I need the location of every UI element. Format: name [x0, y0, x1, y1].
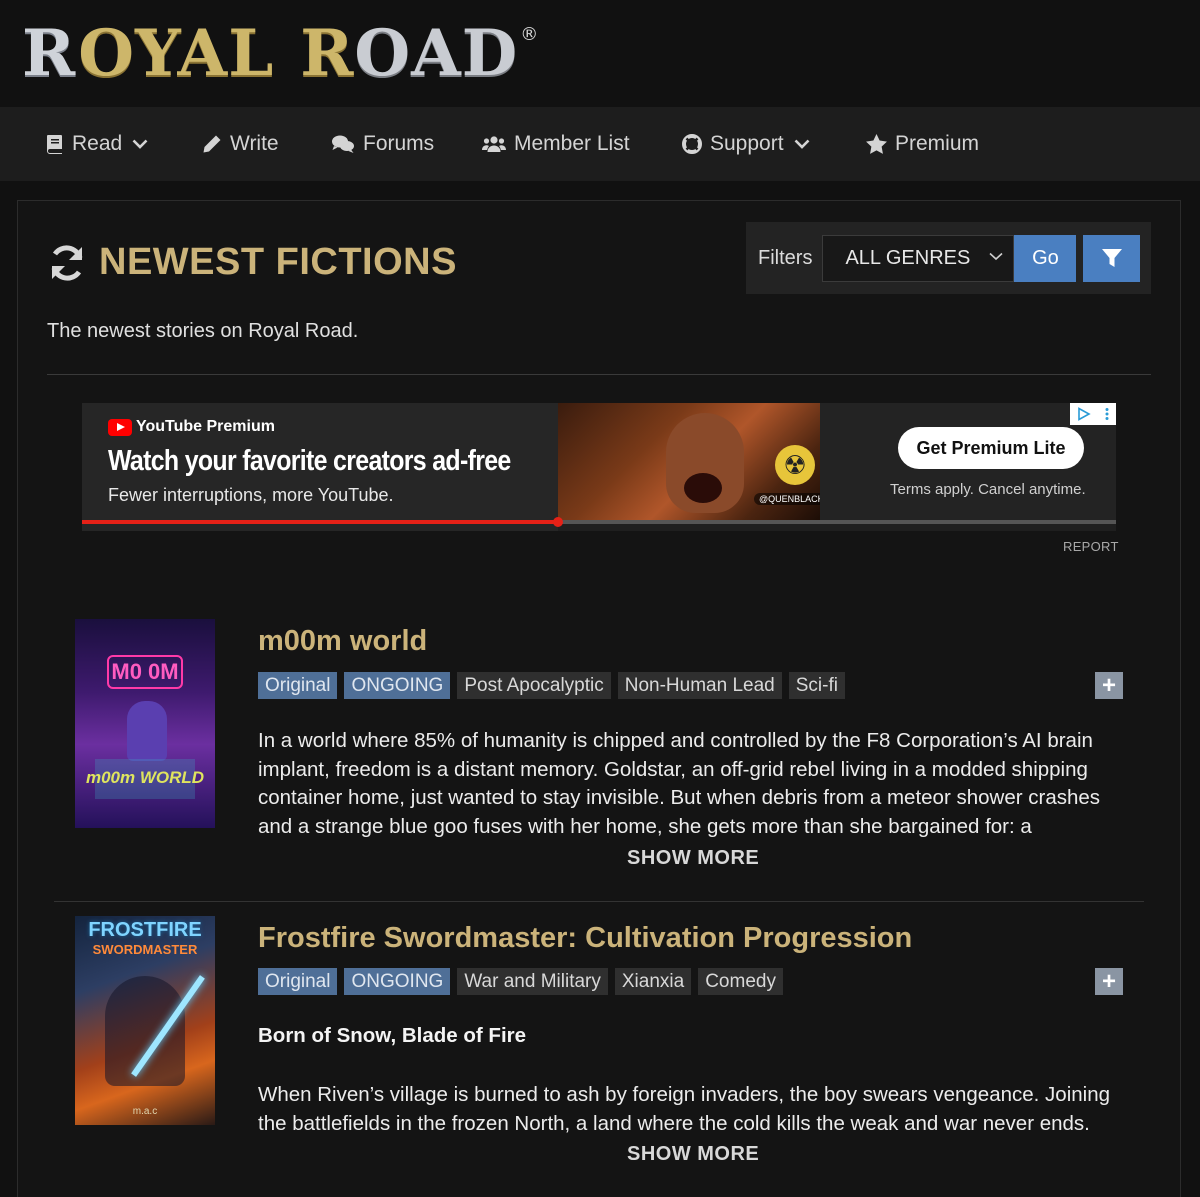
description-line: and a strange blue goo fuses with her ho… — [258, 814, 1032, 838]
ad-person-mouth — [684, 473, 722, 503]
ad-progress-fill — [82, 520, 558, 524]
description-line: implant, freedom is a distant memory. Go… — [258, 757, 1088, 781]
ad-cta-button[interactable]: Get Premium Lite — [898, 427, 1084, 469]
radiation-icon: ☢ — [775, 445, 815, 485]
pencil-icon — [202, 134, 222, 154]
go-button[interactable]: Go — [1014, 234, 1077, 282]
ad-brand: YouTube Premium — [108, 418, 275, 436]
tag-status[interactable]: ONGOING — [344, 672, 451, 699]
logo-letter: R — [300, 16, 355, 91]
nav-read[interactable]: Read — [46, 107, 148, 181]
nav-forums[interactable]: Forums — [331, 107, 434, 181]
fiction-cover[interactable]: M0 0M m00m WORLD — [75, 619, 215, 828]
logo-letter: R — [22, 16, 77, 91]
main-navbar: Read Write Forums Member List Support Pr… — [0, 107, 1200, 181]
ad-progress-bar — [82, 517, 1116, 527]
ad-image: ☢ @QUENBLACKWELL — [558, 403, 854, 520]
cover-title: FROSTFIRE — [88, 919, 202, 941]
logo-wordmark: R OYAL R OAD — [22, 18, 518, 90]
tag-genre[interactable]: Sci-fi — [788, 672, 845, 699]
users-icon — [482, 135, 506, 153]
page-subtitle: The newest stories on Royal Road. — [47, 320, 359, 342]
cover-neon-sign: M0 0M — [107, 655, 183, 689]
nav-write-label: Write — [230, 132, 279, 155]
ad-choices-icon[interactable] — [1070, 403, 1116, 425]
genre-select-value: ALL GENRES — [845, 246, 971, 269]
description-line: container home, just wanted to stay invi… — [258, 786, 1101, 810]
page-title: NEWEST FICTIONS — [47, 241, 457, 284]
registered-mark: ® — [520, 24, 539, 45]
divider — [47, 374, 1151, 375]
tag-original[interactable]: Original — [258, 968, 338, 995]
chevron-down-icon — [794, 139, 810, 149]
fiction-tags: Original ONGOING War and Military Xianxi… — [258, 968, 790, 995]
filters-label: Filters — [758, 246, 813, 269]
life-ring-icon — [682, 134, 702, 154]
cover-title: m00m WORLD — [85, 768, 205, 787]
fiction-divider — [54, 901, 1144, 902]
add-to-list-button[interactable]: + — [1095, 968, 1123, 995]
nav-support-label: Support — [710, 132, 784, 155]
advanced-filter-button[interactable] — [1083, 234, 1141, 282]
ad-text-area: YouTube Premium Watch your favorite crea… — [82, 403, 558, 531]
nav-read-label: Read — [72, 132, 123, 155]
page-title-text: NEWEST FICTIONS — [99, 241, 457, 283]
filters-bar: Filters ALL GENRES Go — [746, 222, 1151, 294]
show-more-button[interactable]: SHOW MORE — [627, 1143, 759, 1166]
logo-letters: OAD — [354, 16, 519, 91]
book-icon — [46, 134, 64, 154]
comments-icon — [331, 134, 355, 154]
royal-road-logo[interactable]: R OYAL R OAD ® — [22, 18, 538, 90]
ad-banner[interactable]: YouTube Premium Watch your favorite crea… — [82, 403, 1116, 531]
cover-figure — [105, 976, 185, 1086]
refresh-icon — [47, 244, 87, 282]
tag-original[interactable]: Original — [258, 672, 338, 699]
ad-brand-label: YouTube Premium — [136, 418, 275, 435]
nav-member-list[interactable]: Member List — [482, 107, 630, 181]
chevron-down-icon — [132, 139, 148, 149]
newest-fictions-panel: NEWEST FICTIONS Filters ALL GENRES Go Th… — [17, 200, 1181, 1197]
description-line: the battlefields in the frozen North, a … — [258, 1111, 1090, 1135]
chevron-down-icon — [989, 252, 1003, 261]
logo-spacer — [274, 18, 300, 90]
ad-terms: Terms apply. Cancel anytime. — [890, 481, 1086, 498]
fiction-description: In a world where 85% of humanity is chip… — [258, 727, 1138, 841]
fiction-title-link[interactable]: Frostfire Swordmaster: Cultivation Progr… — [258, 922, 912, 955]
tag-genre[interactable]: Post Apocalyptic — [457, 672, 611, 699]
tag-genre[interactable]: Non-Human Lead — [617, 672, 782, 699]
description-line: In a world where 85% of humanity is chip… — [258, 729, 1093, 752]
fiction-cover[interactable]: FROSTFIRE SWORDMASTER m.a.c — [75, 916, 215, 1125]
ad-progress-handle — [552, 517, 563, 527]
tag-genre[interactable]: War and Military — [457, 968, 608, 995]
cover-figure — [127, 701, 167, 761]
filter-icon — [1101, 248, 1122, 268]
genre-select[interactable]: ALL GENRES — [822, 234, 1015, 282]
ad-subline: Fewer interruptions, more YouTube. — [108, 485, 394, 505]
nav-forums-label: Forums — [363, 132, 435, 155]
nav-support[interactable]: Support — [682, 107, 810, 181]
nav-premium[interactable]: Premium — [866, 107, 979, 181]
tag-status[interactable]: ONGOING — [344, 968, 451, 995]
logo-letters: OYAL — [78, 16, 275, 91]
nav-write[interactable]: Write — [202, 107, 279, 181]
ad-report-link[interactable]: REPORT — [1063, 539, 1119, 554]
show-more-button[interactable]: SHOW MORE — [627, 847, 759, 870]
nav-member-list-label: Member List — [514, 132, 630, 155]
fiction-tagline: Born of Snow, Blade of Fire — [258, 1024, 527, 1047]
site-header: R OYAL R OAD ® — [0, 0, 1200, 107]
fiction-description: When Riven’s village is burned to ash by… — [258, 1081, 1138, 1138]
fiction-title-link[interactable]: m00m world — [258, 625, 427, 658]
nav-premium-label: Premium — [895, 132, 980, 155]
tag-genre[interactable]: Xianxia — [614, 968, 692, 995]
fiction-tags: Original ONGOING Post Apocalyptic Non-Hu… — [258, 672, 852, 699]
add-to-list-button[interactable]: + — [1095, 672, 1123, 699]
cover-subtitle: SWORDMASTER — [92, 942, 198, 957]
cover-author: m.a.c — [132, 1106, 158, 1117]
youtube-logo-icon — [108, 418, 132, 436]
description-line: When Riven’s village is burned to ash by… — [258, 1083, 1111, 1106]
tag-genre[interactable]: Comedy — [698, 968, 783, 995]
ad-headline: Watch your favorite creators ad-free — [108, 445, 511, 477]
star-icon — [866, 134, 887, 154]
